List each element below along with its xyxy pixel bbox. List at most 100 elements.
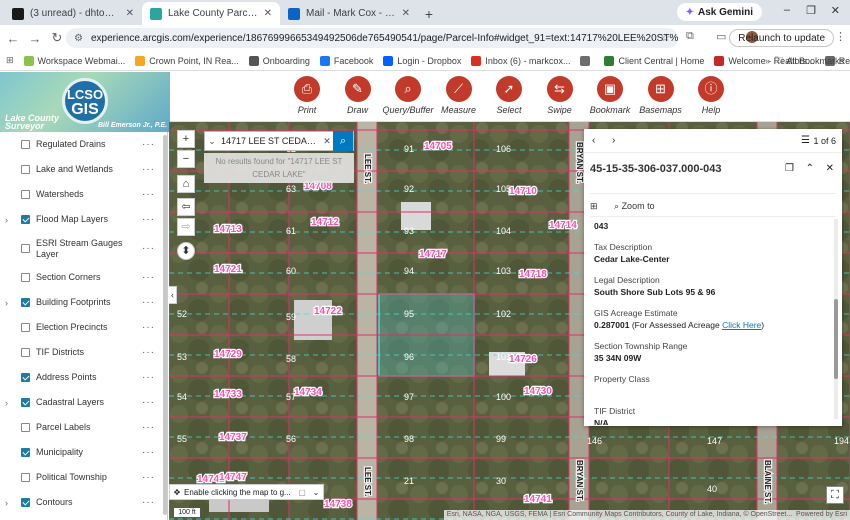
layer-checkbox[interactable] bbox=[21, 348, 30, 357]
more-options-icon[interactable]: ··· bbox=[142, 189, 155, 200]
layer-item[interactable]: ESRI Stream Gauges Layer ··· bbox=[0, 232, 167, 265]
prev-feature-icon[interactable]: ‹ bbox=[592, 135, 595, 146]
layer-item[interactable]: Lake and Wetlands ··· bbox=[0, 157, 167, 182]
layer-checkbox[interactable] bbox=[21, 323, 30, 332]
previous-extent-icon[interactable]: ⇦ bbox=[177, 198, 195, 216]
more-options-icon[interactable]: ··· bbox=[142, 397, 155, 408]
close-tab-icon[interactable]: ✕ bbox=[402, 8, 410, 19]
bookmark-item[interactable] bbox=[580, 55, 594, 66]
layer-item[interactable]: Political Township ··· bbox=[0, 465, 167, 490]
expand-icon[interactable]: › bbox=[5, 298, 8, 308]
more-options-icon[interactable]: ··· bbox=[142, 322, 155, 333]
reload-icon[interactable]: ↻ bbox=[46, 30, 68, 46]
next-extent-icon[interactable]: ⇨ bbox=[177, 218, 195, 236]
browser-tab[interactable]: (3 unread) - dhtool@aol.com - ...✕ bbox=[4, 2, 142, 25]
more-options-icon[interactable]: ··· bbox=[142, 243, 155, 254]
close-popup-icon[interactable]: ✕ bbox=[826, 163, 834, 174]
minimize-icon[interactable]: – bbox=[784, 4, 790, 16]
enable-click-bar[interactable]: ✥ Enable clicking the map to g... ▢ ⌄ bbox=[169, 484, 324, 500]
more-options-icon[interactable]: ··· bbox=[142, 372, 155, 383]
layer-checkbox[interactable] bbox=[21, 473, 30, 482]
layer-item[interactable]: › Cadastral Layers ··· bbox=[0, 390, 167, 415]
expand-icon[interactable]: › bbox=[5, 215, 8, 225]
url-field[interactable]: ⚙ experience.arcgis.com/experience/18676… bbox=[66, 28, 678, 48]
popup-scroll-thumb[interactable] bbox=[834, 299, 838, 379]
browser-tab[interactable]: Mail - Mark Cox - Outlook✕ bbox=[280, 2, 418, 25]
relaunch-button[interactable]: Relaunch to update bbox=[729, 29, 834, 47]
layer-checkbox[interactable] bbox=[21, 423, 30, 432]
click-here-link[interactable]: Click Here bbox=[722, 320, 761, 330]
zoom-to-action[interactable]: ⊞ ⌕ Zoom to bbox=[590, 193, 836, 217]
window-icon[interactable]: ▢ bbox=[295, 488, 309, 497]
layer-item[interactable]: Watersheds ··· bbox=[0, 182, 167, 207]
more-options-icon[interactable]: ··· bbox=[142, 447, 155, 458]
search-input[interactable]: 14717 LEE ST CEDAR L... bbox=[219, 136, 321, 146]
dock-icon[interactable]: ❐ bbox=[785, 163, 794, 174]
apps-icon[interactable]: ⊞ bbox=[6, 55, 14, 66]
layer-checkbox[interactable] bbox=[21, 498, 30, 507]
layer-checkbox[interactable] bbox=[21, 244, 30, 253]
layer-checkbox[interactable] bbox=[21, 273, 30, 282]
site-info-icon[interactable]: ⚙ bbox=[74, 33, 83, 44]
bookmark-item[interactable]: Crown Point, IN Rea... bbox=[135, 55, 239, 66]
cast-icon[interactable]: ▭ bbox=[716, 30, 726, 43]
fullscreen-icon[interactable]: ⛶ bbox=[826, 486, 844, 504]
more-options-icon[interactable]: ··· bbox=[142, 347, 155, 358]
collapse-panel-icon[interactable]: ‹ bbox=[169, 286, 177, 304]
layer-item[interactable]: Parcel Labels ··· bbox=[0, 415, 167, 440]
layer-checkbox[interactable] bbox=[21, 140, 30, 149]
more-options-icon[interactable]: ··· bbox=[142, 139, 155, 150]
layer-item[interactable]: Address Points ··· bbox=[0, 365, 167, 390]
ask-gemini-button[interactable]: ✦ Ask Gemini bbox=[676, 3, 762, 21]
close-tab-icon[interactable]: ✕ bbox=[126, 8, 134, 19]
layer-item[interactable]: Municipality ··· bbox=[0, 440, 167, 465]
home-icon[interactable]: ⌂ bbox=[177, 175, 195, 193]
extensions-icon[interactable]: ⧉ bbox=[686, 30, 694, 43]
more-options-icon[interactable]: ··· bbox=[142, 164, 155, 175]
layer-checkbox[interactable] bbox=[21, 298, 30, 307]
layer-checkbox[interactable] bbox=[21, 398, 30, 407]
bookmark-item[interactable]: Client Central | Home bbox=[604, 55, 704, 66]
toolbar-help-button[interactable]: ⓘ Help bbox=[681, 76, 741, 115]
all-bookmarks[interactable]: 🗀 All Bookmarks bbox=[774, 53, 844, 69]
layer-item[interactable]: Section Corners ··· bbox=[0, 265, 167, 290]
grid-actions-icon[interactable]: ⊞ bbox=[590, 194, 598, 218]
more-options-icon[interactable]: ··· bbox=[142, 422, 155, 433]
clear-search-icon[interactable]: ✕ bbox=[321, 136, 333, 147]
layer-item[interactable]: › Flood Map Layers ··· bbox=[0, 207, 167, 232]
next-feature-icon[interactable]: › bbox=[612, 135, 615, 146]
browser-tab[interactable]: Lake County Parcel Viewer Site✕ bbox=[142, 2, 280, 25]
layer-item[interactable]: Election Precincts ··· bbox=[0, 315, 167, 340]
popup-scrollbar[interactable] bbox=[834, 219, 838, 419]
menu-icon[interactable]: ⋮ bbox=[835, 30, 846, 43]
more-bookmarks-icon[interactable]: » bbox=[765, 56, 770, 66]
close-tab-icon[interactable]: ✕ bbox=[264, 8, 272, 19]
close-window-icon[interactable]: ✕ bbox=[831, 4, 840, 17]
layer-item[interactable]: › Contours ··· bbox=[0, 490, 167, 515]
layer-checkbox[interactable] bbox=[21, 373, 30, 382]
expand-chevron-icon[interactable]: ⌄ bbox=[309, 488, 323, 497]
search-icon[interactable]: ⌕ bbox=[333, 131, 353, 151]
layer-item[interactable]: Regulated Drains ··· bbox=[0, 132, 167, 157]
more-options-icon[interactable]: ··· bbox=[142, 272, 155, 283]
bookmark-item[interactable]: Inbox (6) - markcox... bbox=[471, 55, 570, 66]
zoom-in-button[interactable]: + bbox=[177, 130, 195, 148]
more-options-icon[interactable]: ··· bbox=[142, 497, 155, 508]
back-icon[interactable]: ← bbox=[2, 31, 24, 46]
collapse-icon[interactable]: ⌃ bbox=[806, 163, 814, 174]
layer-item[interactable]: › Building Footprints ··· bbox=[0, 290, 167, 315]
expand-icon[interactable]: › bbox=[5, 398, 8, 408]
layer-list-scrollbar[interactable] bbox=[163, 135, 167, 515]
bookmark-item[interactable]: Onboarding bbox=[248, 55, 310, 66]
bookmark-star-icon[interactable]: ☆ bbox=[661, 33, 670, 44]
chevron-down-icon[interactable]: ⌄ bbox=[205, 136, 219, 147]
expand-icon[interactable]: › bbox=[5, 498, 8, 508]
bookmark-item[interactable]: Workspace Webmai... bbox=[23, 55, 125, 66]
new-tab-button[interactable]: + bbox=[418, 2, 440, 25]
layer-checkbox[interactable] bbox=[21, 215, 30, 224]
layer-item[interactable]: TIF Districts ··· bbox=[0, 340, 167, 365]
bookmark-item[interactable]: Login - Dropbox bbox=[383, 55, 461, 66]
more-options-icon[interactable]: ··· bbox=[142, 214, 155, 225]
layer-checkbox[interactable] bbox=[21, 448, 30, 457]
zoom-out-button[interactable]: − bbox=[177, 150, 195, 168]
